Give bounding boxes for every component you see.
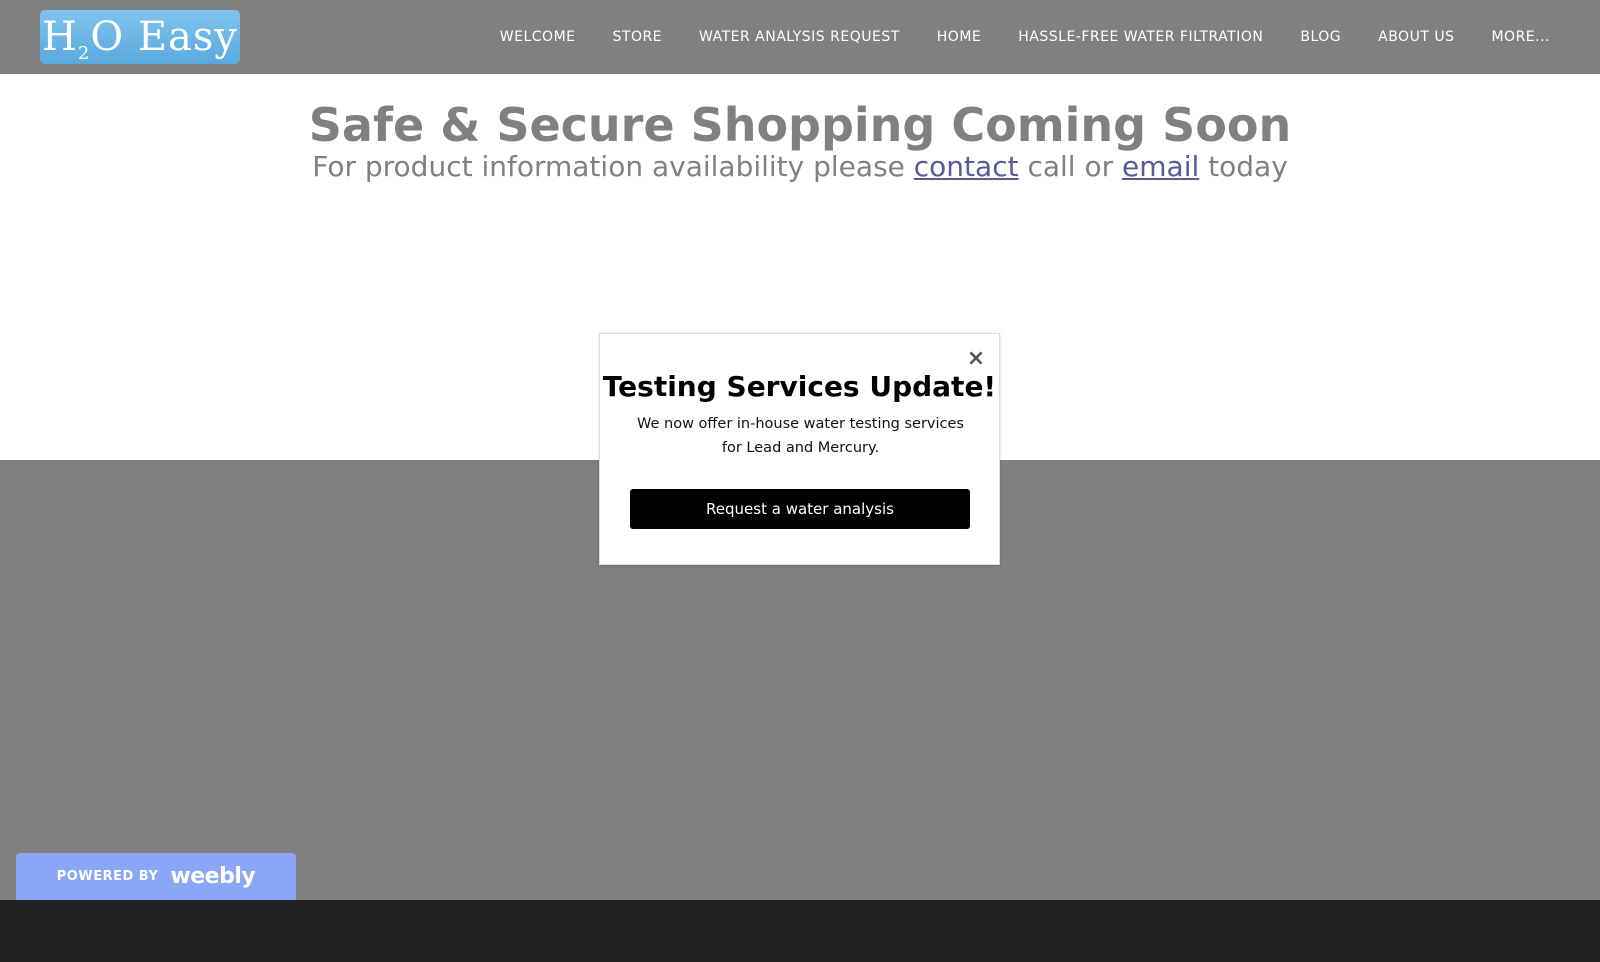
weebly-logo: weebly — [170, 864, 256, 889]
nav-store[interactable]: STORE — [613, 29, 663, 45]
site-logo[interactable]: H2O Easy — [40, 10, 240, 64]
nav-welcome[interactable]: WELCOME — [500, 29, 576, 45]
subtitle-text-middle: call or — [1018, 150, 1123, 183]
nav-about-us[interactable]: ABOUT US — [1378, 29, 1454, 45]
logo-h: H — [41, 14, 78, 60]
email-link[interactable]: email — [1122, 150, 1199, 183]
weebly-badge[interactable]: POWERED BY weebly — [16, 853, 296, 900]
close-icon[interactable]: × — [965, 348, 987, 370]
nav-blog[interactable]: BLOG — [1300, 29, 1341, 45]
nav-water-analysis-request[interactable]: WATER ANALYSIS REQUEST — [699, 29, 900, 45]
nav-more[interactable]: MORE... — [1491, 29, 1550, 45]
request-analysis-button[interactable]: Request a water analysis — [630, 489, 970, 529]
contact-link[interactable]: contact — [914, 150, 1019, 183]
page-subtitle: For product information availability ple… — [0, 150, 1600, 183]
main-nav: WELCOME STORE WATER ANALYSIS REQUEST HOM… — [463, 0, 1550, 74]
modal-text: We now offer in-house water testing serv… — [637, 416, 964, 456]
logo-rest: O Easy — [90, 14, 239, 60]
page-title: Safe & Secure Shopping Coming Soon — [308, 98, 1292, 152]
logo-subscript: 2 — [77, 43, 91, 64]
subtitle-text-after: today — [1199, 150, 1288, 183]
testing-update-modal: × Testing Services Update! We now offer … — [599, 333, 1000, 565]
site-header: H2O Easy WELCOME STORE WATER ANALYSIS RE… — [0, 0, 1600, 74]
powered-by-label: POWERED BY — [56, 869, 159, 884]
nav-hassle-free-water-filtration[interactable]: HASSLE-FREE WATER FILTRATION — [1018, 29, 1263, 45]
subtitle-text-before: For product information availability ple… — [312, 150, 914, 183]
nav-home[interactable]: HOME — [937, 29, 981, 45]
modal-title: Testing Services Update! — [602, 370, 997, 403]
site-footer — [0, 900, 1600, 962]
